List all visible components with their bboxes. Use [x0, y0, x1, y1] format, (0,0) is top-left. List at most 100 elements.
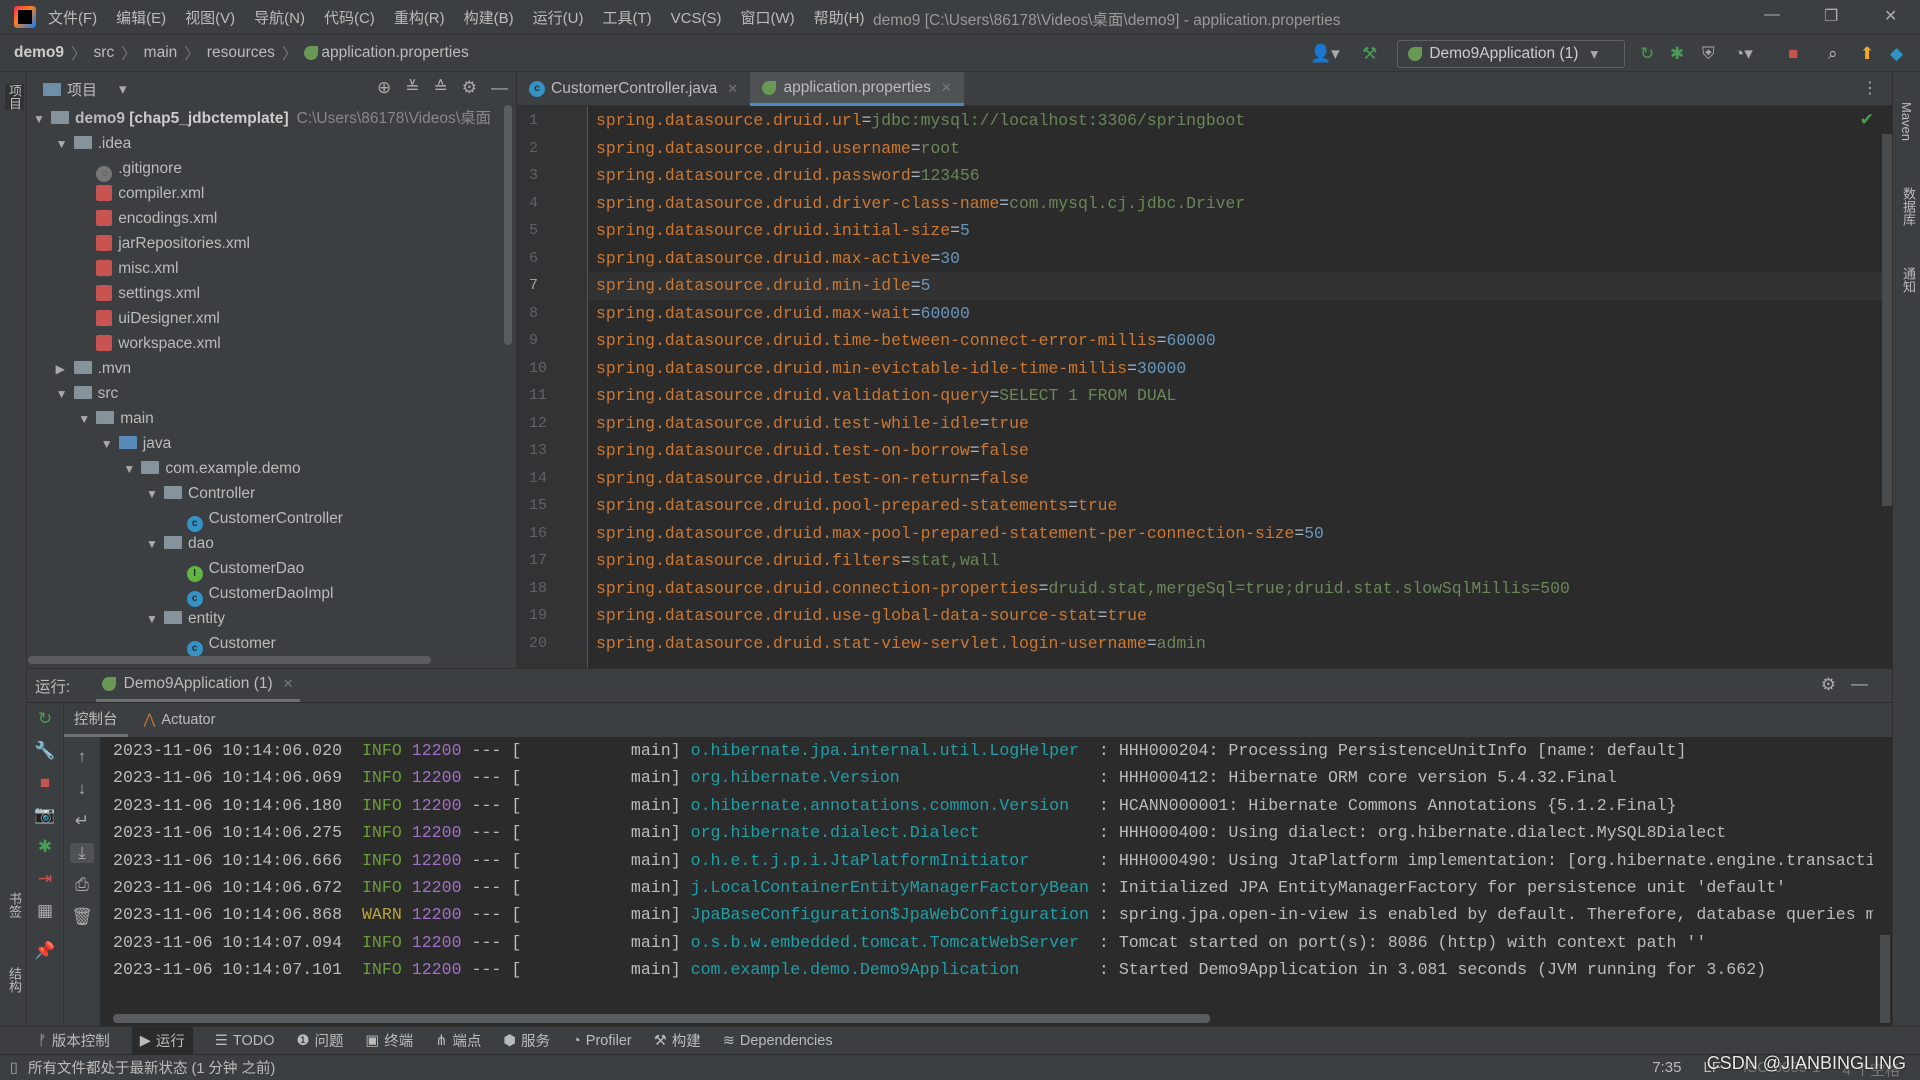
code-line[interactable]: spring.datasource.druid.validation-query…	[596, 382, 1176, 410]
stop-icon[interactable]: ■	[33, 773, 57, 793]
stop-icon[interactable]: ■	[1788, 44, 1798, 64]
toggle-tool-windows-icon[interactable]: ▯	[10, 1060, 18, 1076]
breadcrumb-item[interactable]: main	[144, 44, 178, 62]
bookmarks-tool-button[interactable]: 书签	[5, 892, 24, 918]
tool-tab-7[interactable]: ◔ Profiler	[572, 1033, 632, 1049]
run-config-select[interactable]: Demo9Application (1) ▾	[1397, 40, 1625, 68]
update-icon[interactable]: ⬆	[1860, 44, 1874, 64]
camera-icon[interactable]: 📷	[33, 805, 57, 825]
code-editor[interactable]: 1 2 3 4 5 6 7 8 9 10 11 12 13 14 15 16 17 18 19 20 spring.d…	[517, 106, 1892, 668]
tree-item[interactable]: ▼ demo9 [chap5_jdbctemplate] C:\Users\8617…	[33, 106, 491, 131]
console-output[interactable]: 2023-11-06 10:14:06.020 INFO 12200 --- […	[113, 737, 1873, 1007]
code-line[interactable]: spring.datasource.druid.test-on-return=f…	[596, 465, 1029, 493]
run-tab[interactable]: Demo9Application (1) ✕	[96, 669, 300, 702]
tree-item[interactable]: workspace.xml	[78, 331, 221, 356]
hide-icon[interactable]: —	[1851, 674, 1868, 694]
code-line[interactable]: spring.datasource.druid.max-wait=60000	[596, 300, 970, 328]
user-icon[interactable]: 👤▾	[1310, 44, 1340, 64]
down-arrow-icon[interactable]: ↓	[70, 779, 94, 799]
structure-tool-button[interactable]: 结构	[5, 967, 24, 993]
tree-item[interactable]: ▼ entity	[146, 606, 225, 631]
code-line[interactable]: spring.datasource.druid.url=jdbc:mysql:/…	[596, 107, 1245, 135]
search-icon[interactable]: ⌕	[1828, 44, 1838, 64]
chevron-right-icon[interactable]: ▶	[56, 357, 74, 382]
chevron-down-icon[interactable]: ▼	[146, 607, 164, 632]
tree-item[interactable]: ▼ com.example.demo	[123, 456, 300, 481]
menu-item[interactable]: 代码(C)	[324, 10, 375, 27]
project-horizontal-scrollbar[interactable]	[28, 656, 431, 664]
code-line[interactable]: spring.datasource.druid.username=root	[596, 135, 960, 163]
expand-all-icon[interactable]: ≚	[405, 78, 419, 98]
project-vertical-scrollbar[interactable]	[504, 105, 512, 345]
menu-item[interactable]: VCS(S)	[671, 10, 722, 27]
close-tab-icon[interactable]: ✕	[727, 81, 738, 97]
chevron-down-icon[interactable]: ▼	[101, 432, 119, 457]
code-line[interactable]: spring.datasource.druid.password=123456	[596, 162, 980, 190]
close-tab-icon[interactable]: ✕	[283, 676, 294, 692]
tool-tab-5[interactable]: ⋔ 端点	[435, 1030, 481, 1051]
breadcrumb-item[interactable]: demo9	[14, 44, 64, 62]
tool-tab-3[interactable]: ❶ 问题	[296, 1030, 343, 1051]
breadcrumb-item[interactable]: src	[93, 44, 114, 62]
project-tool-button[interactable]: 项目	[5, 84, 24, 110]
tree-item[interactable]: ▼ .idea	[56, 131, 132, 156]
status-message[interactable]: 所有文件都处于最新状态 (1 分钟 之前)	[28, 1057, 275, 1078]
tree-item[interactable]: c Customer	[169, 631, 276, 657]
menu-item[interactable]: 构建(B)	[464, 10, 514, 27]
menu-item[interactable]: 视图(V)	[185, 10, 235, 27]
pin-icon[interactable]: 📌	[33, 941, 57, 961]
hide-icon[interactable]: —	[491, 78, 508, 98]
tree-item[interactable]: I CustomerDao	[169, 556, 304, 582]
menu-item[interactable]: 编辑(E)	[116, 10, 166, 27]
notifications-tool-button[interactable]: 通知	[1899, 267, 1918, 293]
breadcrumb-item[interactable]: application.properties	[321, 44, 468, 62]
maven-tool-button[interactable]: Maven	[1899, 102, 1914, 141]
debug-icon[interactable]: ✱	[1670, 44, 1684, 64]
build-hammer-icon[interactable]: ⚒	[1362, 44, 1377, 64]
tree-item[interactable]: ▼ main	[78, 406, 154, 431]
tool-tab-4[interactable]: ▣ 终端	[365, 1030, 413, 1051]
tree-item[interactable]: misc.xml	[78, 256, 178, 281]
code-line[interactable]: spring.datasource.druid.time-between-con…	[596, 327, 1216, 355]
database-tool-button[interactable]: 数据库	[1899, 187, 1918, 226]
tree-item[interactable]: ▼ java	[101, 431, 171, 456]
menu-item[interactable]: 文件(F)	[48, 10, 97, 27]
tab-customer-controller[interactable]: c CustomerController.java ✕	[517, 72, 750, 106]
restore-icon[interactable]: ❐	[1824, 6, 1838, 26]
trash-icon[interactable]: 🗑	[70, 907, 94, 927]
chevron-down-icon[interactable]: ▼	[33, 107, 51, 132]
code-line[interactable]: spring.datasource.druid.use-global-data-…	[596, 602, 1147, 630]
up-arrow-icon[interactable]: ↑	[70, 747, 94, 767]
debug-icon[interactable]: ✱	[33, 837, 57, 857]
project-view-select[interactable]: 项目	[67, 79, 97, 100]
tool-tab-1[interactable]: ▶ 运行	[131, 1026, 193, 1055]
close-icon[interactable]: ✕	[1884, 6, 1897, 26]
code-line[interactable]: spring.datasource.druid.min-evictable-id…	[596, 355, 1186, 383]
tree-item[interactable]: encodings.xml	[78, 206, 217, 231]
gear-icon[interactable]: ⚙	[462, 78, 477, 98]
tree-item[interactable]: ◌ .gitignore	[78, 156, 182, 182]
tree-item[interactable]: jarRepositories.xml	[78, 231, 250, 256]
minimize-icon[interactable]: —	[1764, 6, 1780, 24]
more-options-icon[interactable]: ⋮	[1862, 78, 1878, 98]
code-line[interactable]: spring.datasource.druid.test-while-idle=…	[596, 410, 1029, 438]
tree-item[interactable]: settings.xml	[78, 281, 200, 306]
tab-actuator[interactable]: Actuator	[161, 712, 215, 728]
close-tab-icon[interactable]: ✕	[941, 80, 952, 96]
tool-tab-8[interactable]: ⚒ 构建	[654, 1030, 701, 1051]
print-icon[interactable]: ⎙	[70, 875, 94, 895]
tab-application-properties[interactable]: application.properties ✕	[750, 72, 964, 106]
chevron-down-icon[interactable]: ▼	[146, 532, 164, 557]
tree-item[interactable]: compiler.xml	[78, 181, 204, 206]
tree-item[interactable]: ▼ Controller	[146, 481, 255, 506]
console-vertical-scrollbar[interactable]	[1880, 935, 1890, 1023]
chevron-down-icon[interactable]: ▼	[146, 482, 164, 507]
locate-icon[interactable]: ⊕	[377, 78, 391, 98]
rerun-icon[interactable]: ↻	[33, 709, 57, 729]
tree-item[interactable]: ▼ dao	[146, 531, 214, 556]
code-line[interactable]: spring.datasource.druid.stat-view-servle…	[596, 630, 1206, 658]
menu-item[interactable]: 导航(N)	[254, 10, 305, 27]
wrench-icon[interactable]: 🔧	[33, 741, 57, 761]
tree-item[interactable]: c CustomerController	[169, 506, 343, 532]
code-line[interactable]: spring.datasource.druid.driver-class-nam…	[596, 190, 1245, 218]
